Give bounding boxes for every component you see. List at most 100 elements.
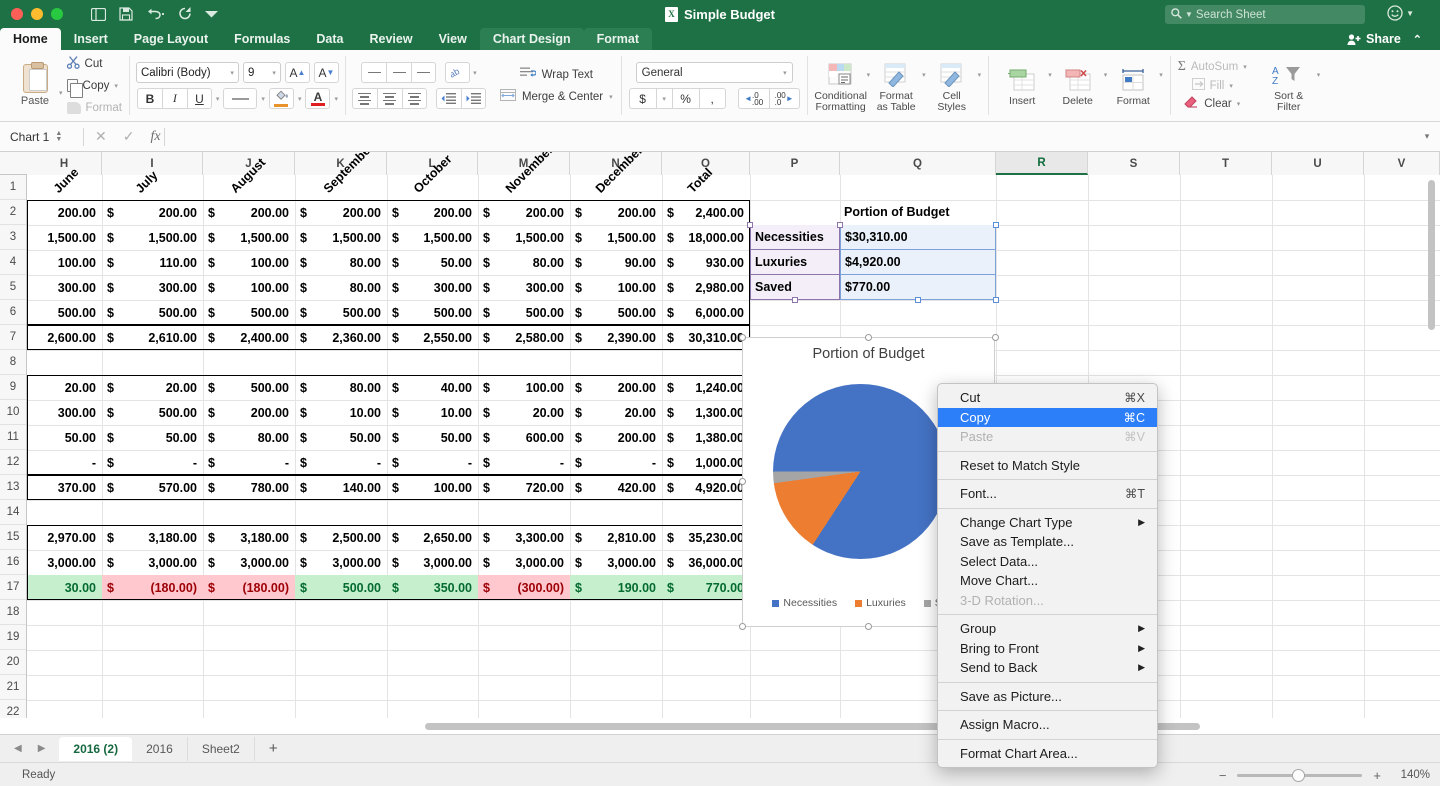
borders-button[interactable] [223, 88, 257, 109]
currency-format-button[interactable]: $ [629, 88, 656, 109]
selection-handle[interactable] [837, 222, 843, 228]
row-header-8[interactable]: 8 [0, 350, 26, 375]
menu-item-save-as-picture[interactable]: Save as Picture... [938, 687, 1157, 707]
decrease-font-size-button[interactable]: A▼ [314, 62, 339, 83]
portion-value-cell[interactable]: $30,310.00 [840, 225, 996, 250]
tab-format[interactable]: Format [584, 28, 652, 50]
row-header-15[interactable]: 15 [0, 525, 26, 550]
row-header-9[interactable]: 9 [0, 375, 26, 400]
row-header-18[interactable]: 18 [0, 600, 26, 625]
chart-resize-handle[interactable] [739, 478, 746, 485]
undo-icon[interactable] [146, 8, 165, 21]
row-header-6[interactable]: 6 [0, 300, 26, 325]
tab-review[interactable]: Review [356, 28, 425, 50]
share-button[interactable]: Share [1347, 32, 1401, 46]
sheet-tab-2016-2[interactable]: 2016 (2) [59, 737, 132, 761]
legend-item[interactable]: Necessities [772, 597, 837, 609]
increase-decimal-button[interactable]: ◄.0.00 [738, 88, 769, 109]
selection-handle[interactable] [915, 297, 921, 303]
font-family-select[interactable]: Calibri (Body) ▾ [136, 62, 239, 83]
menu-item-move-chart[interactable]: Move Chart... [938, 571, 1157, 591]
paste-button[interactable]: Paste [7, 64, 63, 107]
chevron-down-icon[interactable]: ▼ [1406, 9, 1414, 18]
cut-button[interactable]: Cut [67, 55, 122, 73]
row-header-7[interactable]: 7 [0, 325, 26, 350]
format-cells-button[interactable]: Format [1107, 64, 1159, 107]
maximize-window-button[interactable] [51, 8, 63, 20]
copy-dropdown-icon[interactable]: ▾ [114, 82, 118, 90]
selection-handle[interactable] [993, 297, 999, 303]
vertical-scrollbar[interactable] [1428, 180, 1435, 330]
row-header-20[interactable]: 20 [0, 650, 26, 675]
minimize-window-button[interactable] [31, 8, 43, 20]
autosum-dropdown-icon[interactable]: ▾ [1243, 63, 1247, 71]
next-sheet-icon[interactable]: ▶ [38, 743, 46, 754]
cancel-icon[interactable]: ✕ [95, 128, 107, 145]
clear-button[interactable]: Clear ▾ [1184, 96, 1240, 112]
sheet-tab-sheet2[interactable]: Sheet2 [188, 737, 255, 761]
zoom-out-button[interactable]: − [1219, 768, 1227, 783]
orientation-dropdown-icon[interactable]: ▾ [473, 69, 477, 77]
increase-indent-button[interactable] [461, 88, 486, 109]
column-header-U[interactable]: U [1272, 152, 1364, 175]
column-header-Q[interactable]: Q [840, 152, 996, 175]
tab-page-layout[interactable]: Page Layout [121, 28, 221, 50]
row-header-1[interactable]: 1 [0, 175, 26, 200]
align-center-button[interactable] [377, 88, 402, 109]
bold-button[interactable]: B [137, 88, 162, 109]
fill-color-dropdown-icon[interactable]: ▾ [298, 95, 302, 103]
format-as-table-button[interactable]: Formatas Table [870, 59, 922, 113]
tab-home[interactable]: Home [0, 28, 61, 50]
sort-filter-button[interactable]: AZ Sort &Filter [1261, 59, 1317, 113]
align-right-button[interactable] [402, 88, 427, 109]
formula-input[interactable] [168, 122, 1414, 152]
pie-chart[interactable] [773, 384, 948, 559]
underline-dropdown-icon[interactable]: ▾ [216, 95, 220, 103]
redo-icon[interactable] [178, 7, 192, 21]
font-color-dropdown-icon[interactable]: ▾ [334, 95, 338, 103]
insert-function-icon[interactable]: fx [150, 129, 160, 145]
row-header-3[interactable]: 3 [0, 225, 26, 250]
portion-label-cell[interactable]: Necessities [750, 225, 840, 250]
portion-label-cell[interactable]: Luxuries [750, 250, 840, 275]
fill-dropdown-icon[interactable]: ▾ [1229, 82, 1233, 90]
tab-chart-design[interactable]: Chart Design [480, 28, 584, 50]
menu-item-send-to-back[interactable]: Send to Back▶ [938, 658, 1157, 678]
borders-dropdown-icon[interactable]: ▾ [261, 95, 265, 103]
row-header-13[interactable]: 13 [0, 475, 26, 500]
name-box[interactable]: Chart 1 ▲▼ [0, 122, 80, 152]
row-header-12[interactable]: 12 [0, 450, 26, 475]
row-header-10[interactable]: 10 [0, 400, 26, 425]
close-window-button[interactable] [11, 8, 23, 20]
row-header-21[interactable]: 21 [0, 675, 26, 700]
decrease-indent-button[interactable] [436, 88, 461, 109]
merge-dropdown-icon[interactable]: ▾ [609, 93, 613, 101]
clear-dropdown-icon[interactable]: ▾ [1237, 100, 1241, 108]
menu-item-change-chart-type[interactable]: Change Chart Type▶ [938, 513, 1157, 533]
sidebar-toggle-icon[interactable] [91, 8, 106, 21]
align-bottom-button[interactable] [411, 62, 436, 83]
menu-item-reset-to-match-style[interactable]: Reset to Match Style [938, 456, 1157, 476]
tab-data[interactable]: Data [303, 28, 356, 50]
save-icon[interactable] [119, 7, 133, 21]
tab-view[interactable]: View [426, 28, 480, 50]
sheet-cells[interactable]: JuneJulyAugustSeptemberOctoberNovemberDe… [27, 175, 1440, 718]
search-dropdown-icon[interactable]: ▼ [1185, 10, 1193, 19]
sort-filter-dropdown-icon[interactable]: ▾ [1317, 71, 1321, 79]
number-format-select[interactable]: General ▾ [636, 62, 793, 83]
fill-color-button[interactable] [269, 88, 294, 109]
menu-item-cut[interactable]: Cut⌘X [938, 388, 1157, 408]
merge-center-button[interactable]: Merge & Center ▾ [500, 89, 613, 104]
zoom-in-button[interactable]: + [1373, 768, 1381, 783]
legend-item[interactable]: Luxuries [855, 597, 906, 609]
menu-item-assign-macro[interactable]: Assign Macro... [938, 715, 1157, 735]
column-header-V[interactable]: V [1364, 152, 1440, 175]
portion-value-cell[interactable]: $4,920.00 [840, 250, 996, 275]
chart-resize-handle[interactable] [739, 334, 746, 341]
menu-item-group[interactable]: Group▶ [938, 619, 1157, 639]
comma-format-button[interactable]: , [699, 88, 726, 109]
font-color-button[interactable]: A [305, 88, 330, 109]
fill-button[interactable]: Fill ▾ [1192, 78, 1233, 93]
row-header-19[interactable]: 19 [0, 625, 26, 650]
add-sheet-button[interactable]: + [255, 740, 292, 757]
